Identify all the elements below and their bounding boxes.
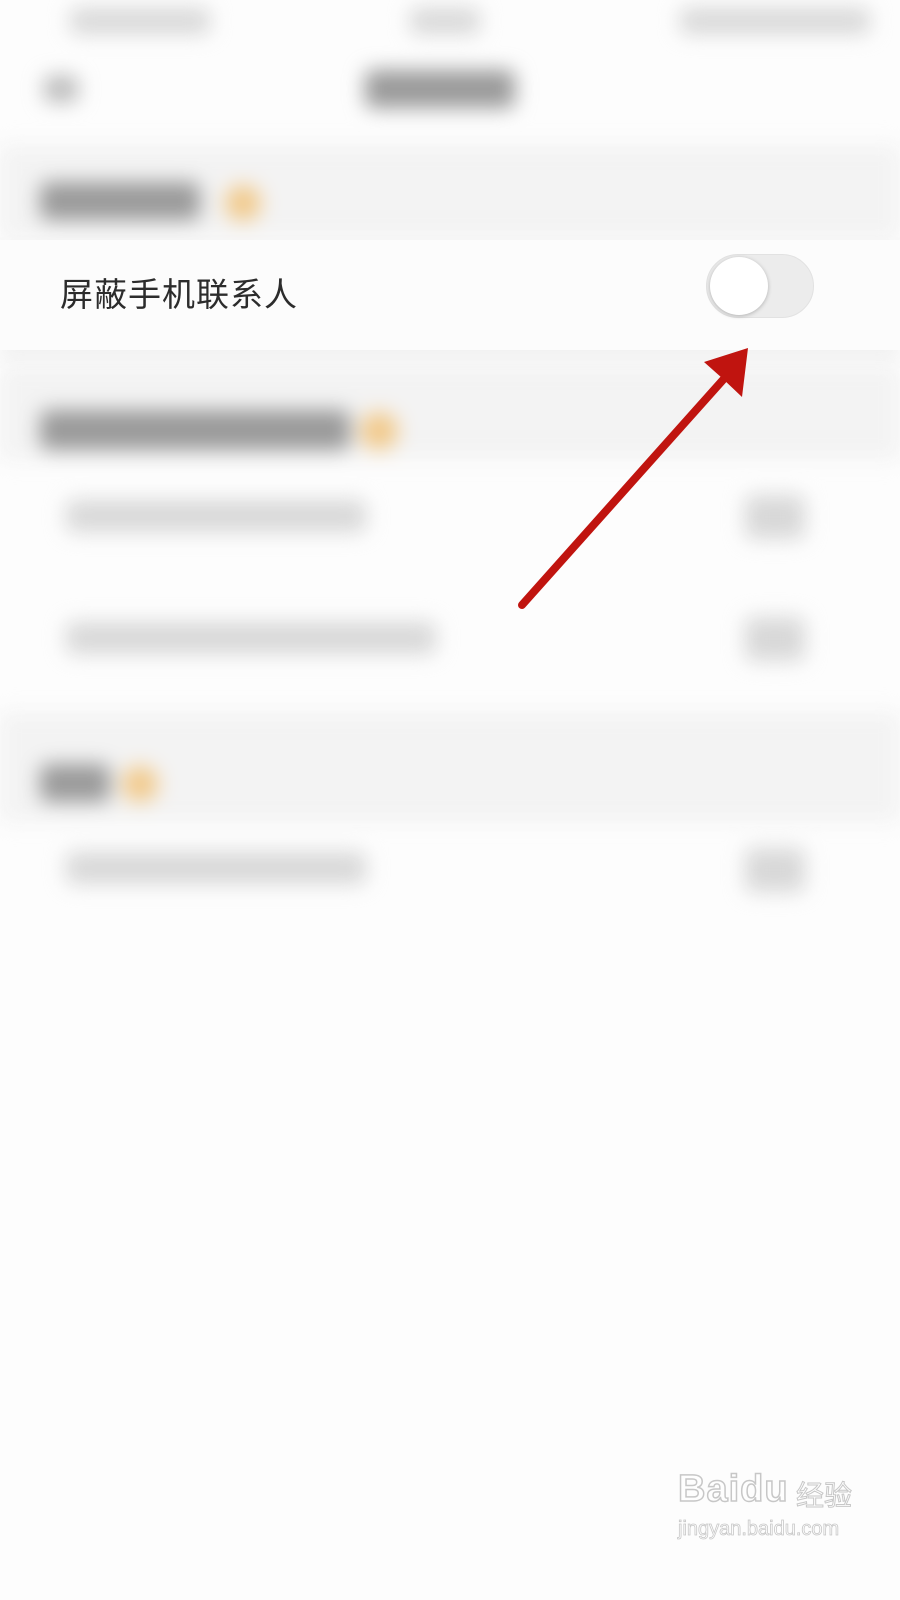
row-2-2-label	[66, 622, 436, 654]
watermark-url: jingyan.baidu.com	[678, 1518, 840, 1541]
setting-row-block-contacts: 屏蔽手机联系人	[0, 240, 900, 350]
row-2-1-control[interactable]	[745, 495, 805, 539]
row-2-2-control[interactable]	[745, 617, 805, 661]
section-header-1	[40, 182, 200, 220]
block-contacts-toggle[interactable]	[706, 254, 814, 318]
status-bar-right	[680, 8, 870, 34]
setting-label: 屏蔽手机联系人	[60, 275, 298, 314]
toggle-knob	[710, 257, 768, 315]
section-header-1-dot	[225, 185, 261, 221]
status-bar-left	[70, 8, 210, 34]
phone-screen: 屏蔽手机联系人 Baidu 经验 jingyan.baidu.com	[0, 0, 900, 1600]
section-header-2-dot	[360, 412, 398, 450]
section-header-3	[40, 764, 110, 802]
watermark-logo: Baidu	[677, 1467, 789, 1511]
row-3-1-control[interactable]	[745, 848, 805, 892]
row-2-1-label	[66, 500, 366, 532]
back-icon[interactable]	[44, 76, 78, 102]
section-header-2	[40, 410, 350, 450]
page-title	[365, 70, 515, 108]
status-bar-center	[410, 8, 480, 34]
watermark-product: 经验	[795, 1479, 853, 1513]
section-header-3-dot	[122, 766, 158, 802]
baidu-jingyan-watermark: Baidu 经验 jingyan.baidu.com	[677, 1467, 868, 1558]
row-3-1-label	[66, 852, 366, 884]
